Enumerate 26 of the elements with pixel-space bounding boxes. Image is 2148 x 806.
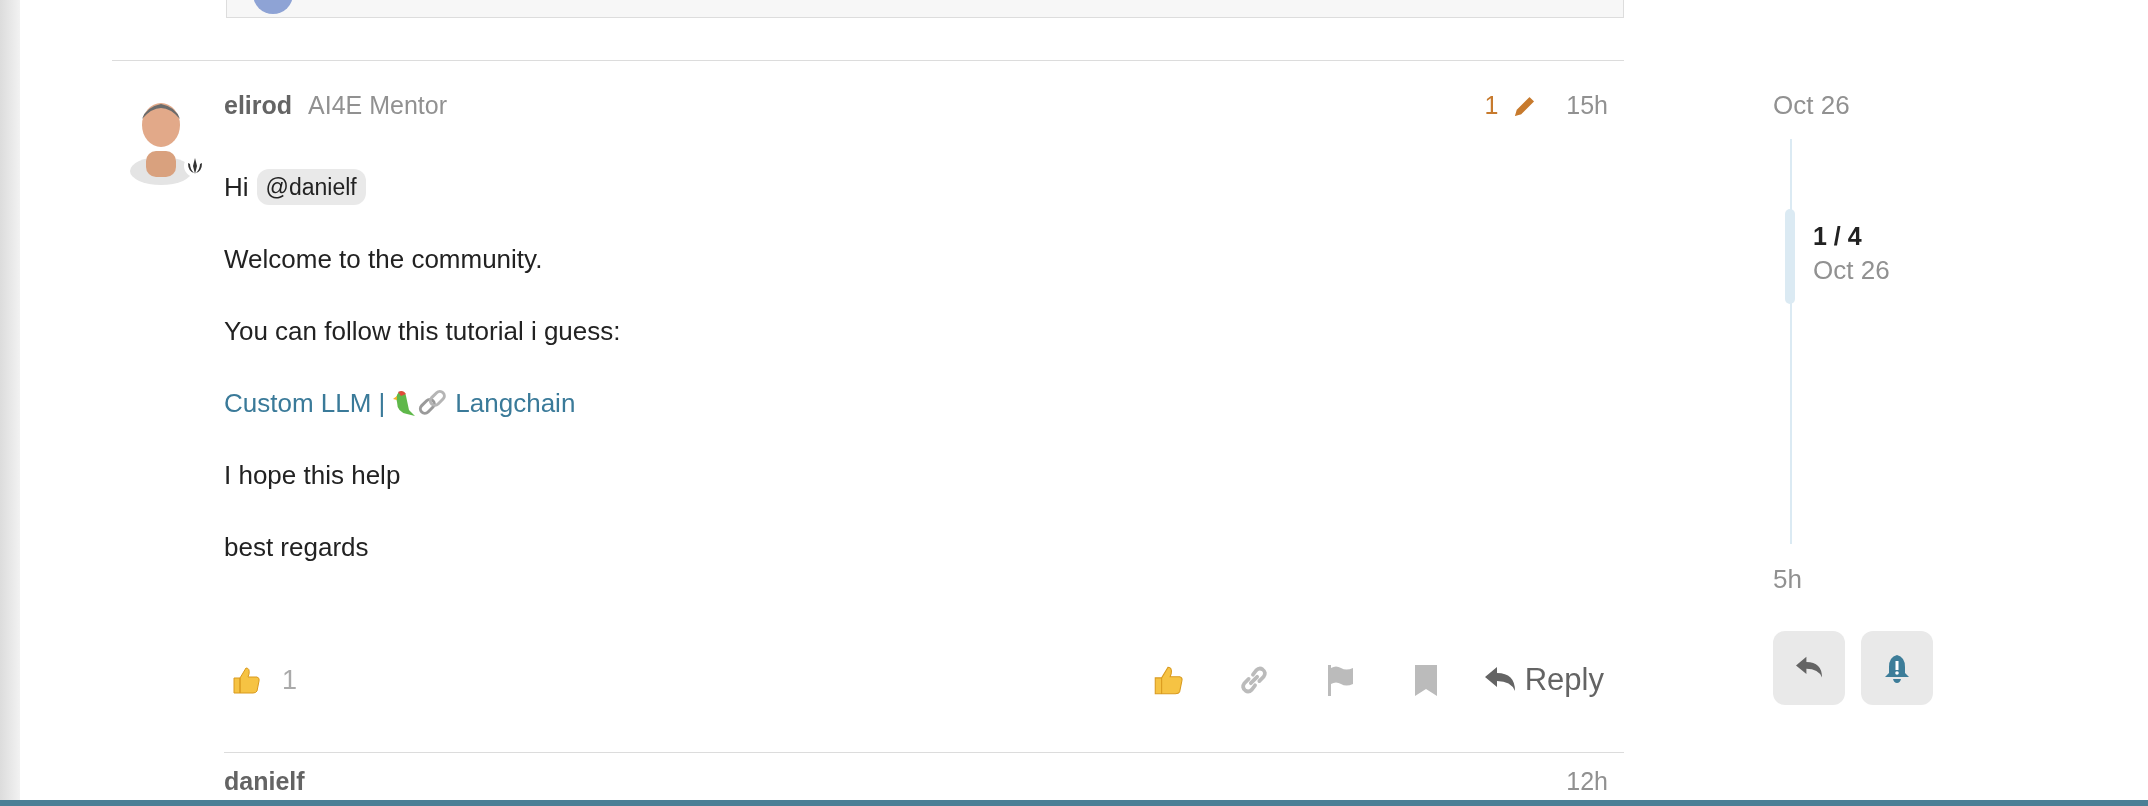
- bookmark-icon: [1412, 663, 1439, 697]
- reaction-count[interactable]: 1: [282, 659, 298, 701]
- tutorial-link[interactable]: Custom LLM | Langchain: [224, 385, 576, 421]
- reply-button[interactable]: [1773, 631, 1845, 705]
- timeline-date[interactable]: Oct 26: [1813, 253, 1890, 287]
- user-title: AI4E Mentor: [308, 90, 448, 122]
- chain-icon: [417, 388, 448, 418]
- username[interactable]: elirod: [224, 87, 293, 125]
- mention-link[interactable]: @danielf: [256, 169, 366, 205]
- greeting-text: Hi: [224, 171, 249, 204]
- username[interactable]: danielf: [224, 763, 305, 801]
- timeline-end-date[interactable]: 5h: [1773, 562, 1993, 596]
- reply-button[interactable]: Reply: [1478, 655, 1608, 705]
- notification-button[interactable]: [1861, 631, 1933, 705]
- timeline-position[interactable]: 1 / 4: [1813, 219, 1890, 253]
- paragraph: You can follow this tutorial i guess:: [224, 315, 622, 348]
- edit-count[interactable]: 1: [1484, 87, 1499, 125]
- thumbs-up-icon[interactable]: [230, 664, 262, 696]
- post-time[interactable]: 12h: [1566, 763, 1608, 801]
- paragraph: I hope this help: [224, 459, 402, 492]
- paragraph: best regards: [224, 531, 370, 564]
- timeline-handle[interactable]: [1785, 209, 1795, 304]
- timeline-start-date[interactable]: Oct 26: [1773, 88, 1993, 122]
- post-time[interactable]: 15h: [1566, 87, 1608, 125]
- paragraph: Welcome to the community.: [224, 243, 544, 276]
- bell-icon: [1883, 653, 1911, 683]
